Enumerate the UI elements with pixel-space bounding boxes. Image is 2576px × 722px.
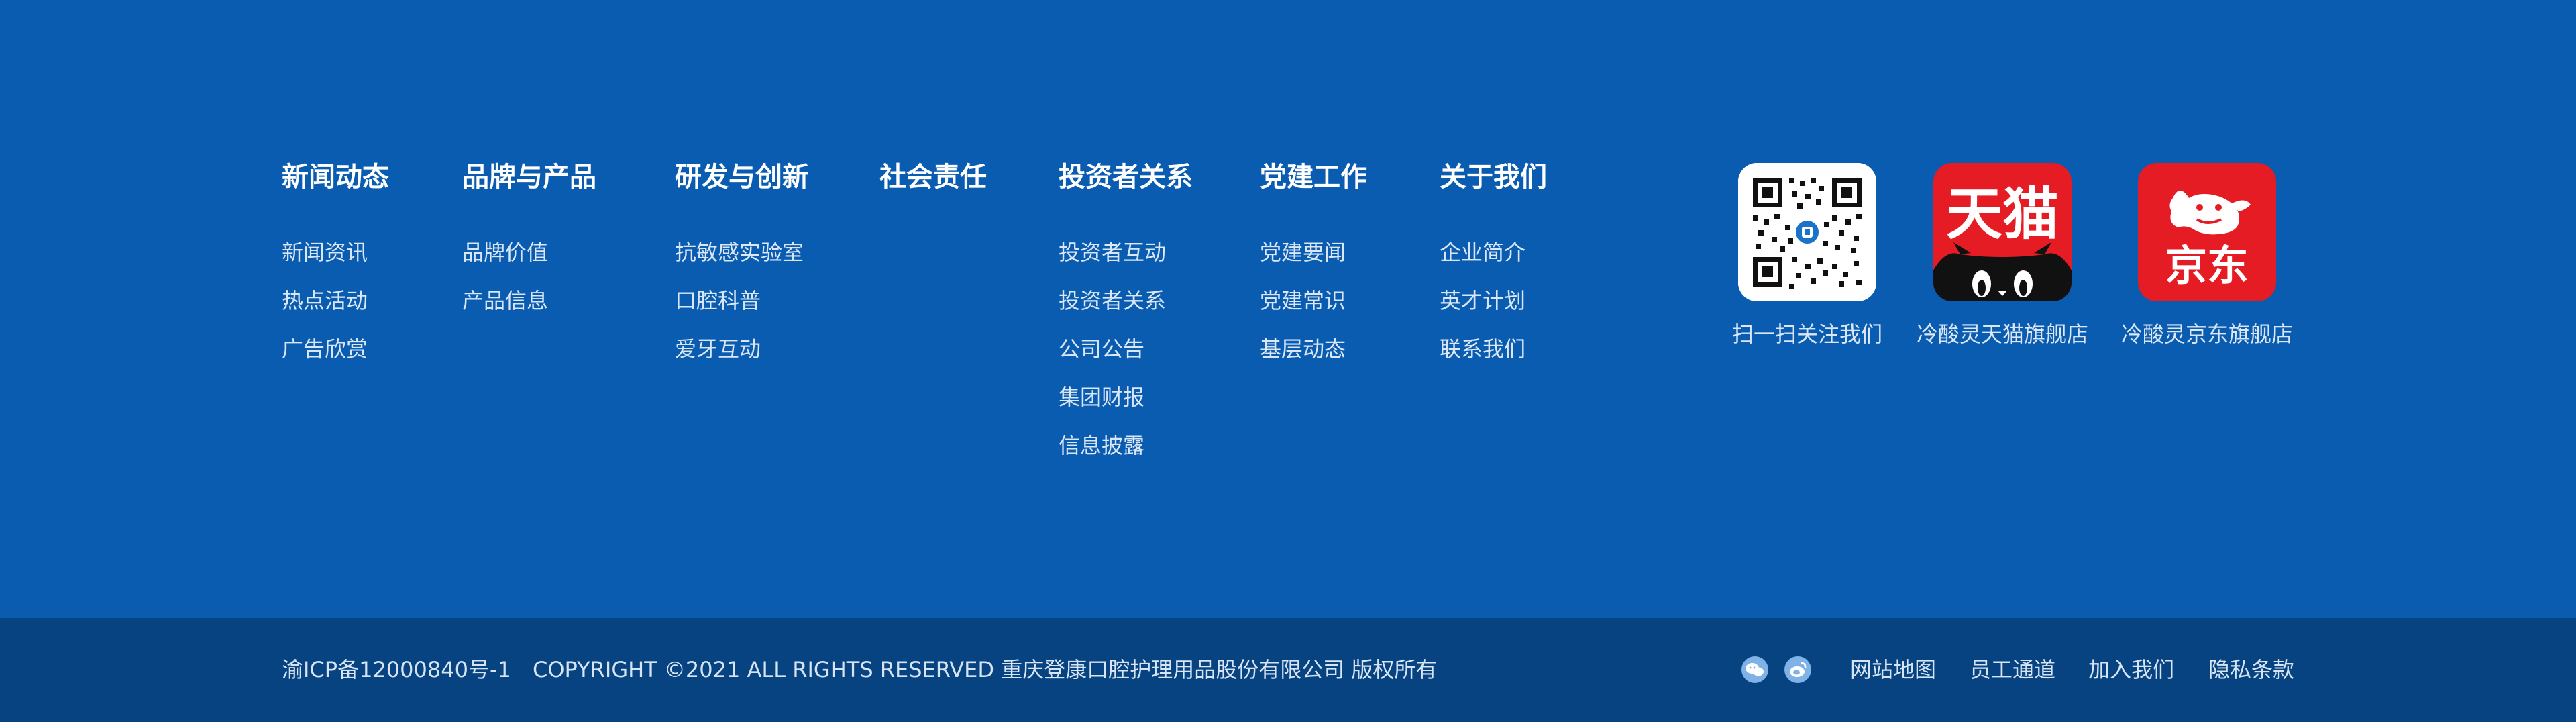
wechat-icon[interactable] [1741,656,1768,683]
nav-title-news[interactable]: 新闻动态 [282,157,389,197]
nav-link[interactable]: 热点活动 [282,276,389,325]
nav-title-social[interactable]: 社会责任 [879,157,987,197]
store-label-tmall[interactable]: 冷酸灵天猫旗舰店 [1915,317,2090,348]
footer-main: 新闻动态 新闻资讯 热点活动 广告欣赏 品牌与产品 品牌价值 产品信息 研发与创… [0,0,2576,618]
icp-number[interactable]: 渝ICP备12000840号-1 [282,655,511,684]
store-jd[interactable]: 京东 冷酸灵京东旗舰店 [2120,163,2294,348]
footer-link-sitemap[interactable]: 网站地图 [1850,655,1936,684]
footer-link-join[interactable]: 加入我们 [2088,655,2174,684]
store-label-wechat: 扫一扫关注我们 [1731,321,1882,347]
nav-link[interactable]: 广告欣赏 [282,325,389,373]
nav-link[interactable]: 投资者关系 [1059,276,1193,325]
weibo-icon[interactable] [1784,656,1811,683]
nav-link[interactable]: 基层动态 [1260,325,1367,373]
nav-link[interactable]: 品牌价值 [462,228,596,276]
nav-link[interactable]: 产品信息 [462,276,596,325]
footer-link-staff[interactable]: 员工通道 [1970,655,2055,684]
nav-link[interactable]: 联系我们 [1440,325,1547,373]
nav-link[interactable]: 党建常识 [1260,276,1367,325]
nav-link[interactable]: 党建要闻 [1260,228,1367,276]
nav-link[interactable]: 公司公告 [1059,325,1193,373]
copyright-text: COPYRIGHT ©2021 ALL RIGHTS RESERVED 重庆登康… [533,657,1438,682]
jd-logo-text: 京东 [2165,241,2249,290]
store-wechat-qr: 扫一扫关注我们 [1720,163,1894,348]
nav-link[interactable]: 爱牙互动 [675,325,809,373]
nav-column-research: 研发与创新 抗敏感实验室 口腔科普 爱牙互动 [675,157,809,373]
store-tmall[interactable]: 天猫 冷酸灵天猫旗舰店 [1915,163,2090,348]
nav-link[interactable]: 集团财报 [1059,373,1193,421]
nav-title-research[interactable]: 研发与创新 [675,157,809,197]
nav-title-investor[interactable]: 投资者关系 [1059,157,1193,197]
nav-title-brand[interactable]: 品牌与产品 [462,157,596,197]
nav-link[interactable]: 投资者互动 [1059,228,1193,276]
nav-column-party: 党建工作 党建要闻 党建常识 基层动态 [1260,157,1367,373]
tmall-logo-icon[interactable]: 天猫 [1933,163,2072,301]
nav-link[interactable]: 英才计划 [1440,276,1547,325]
nav-link[interactable]: 新闻资讯 [282,228,389,276]
qr-code-icon [1738,163,1876,301]
nav-link[interactable]: 信息披露 [1059,421,1193,470]
jd-logo-icon[interactable]: 京东 [2138,163,2276,301]
footer-link-privacy[interactable]: 隐私条款 [2208,655,2294,684]
nav-link[interactable]: 抗敏感实验室 [675,228,809,276]
nav-title-about[interactable]: 关于我们 [1440,157,1547,197]
nav-column-news: 新闻动态 新闻资讯 热点活动 广告欣赏 [282,157,389,373]
nav-column-brand: 品牌与产品 品牌价值 产品信息 [462,157,596,325]
nav-link[interactable]: 口腔科普 [675,276,809,325]
nav-column-about: 关于我们 企业简介 英才计划 联系我们 [1440,157,1547,373]
nav-title-party[interactable]: 党建工作 [1260,157,1367,197]
store-label-jd[interactable]: 冷酸灵京东旗舰店 [2120,317,2294,348]
nav-link[interactable]: 企业简介 [1440,228,1547,276]
nav-column-investor: 投资者关系 投资者互动 投资者关系 公司公告 集团财报 信息披露 [1059,157,1193,470]
nav-column-social: 社会责任 [879,157,987,197]
